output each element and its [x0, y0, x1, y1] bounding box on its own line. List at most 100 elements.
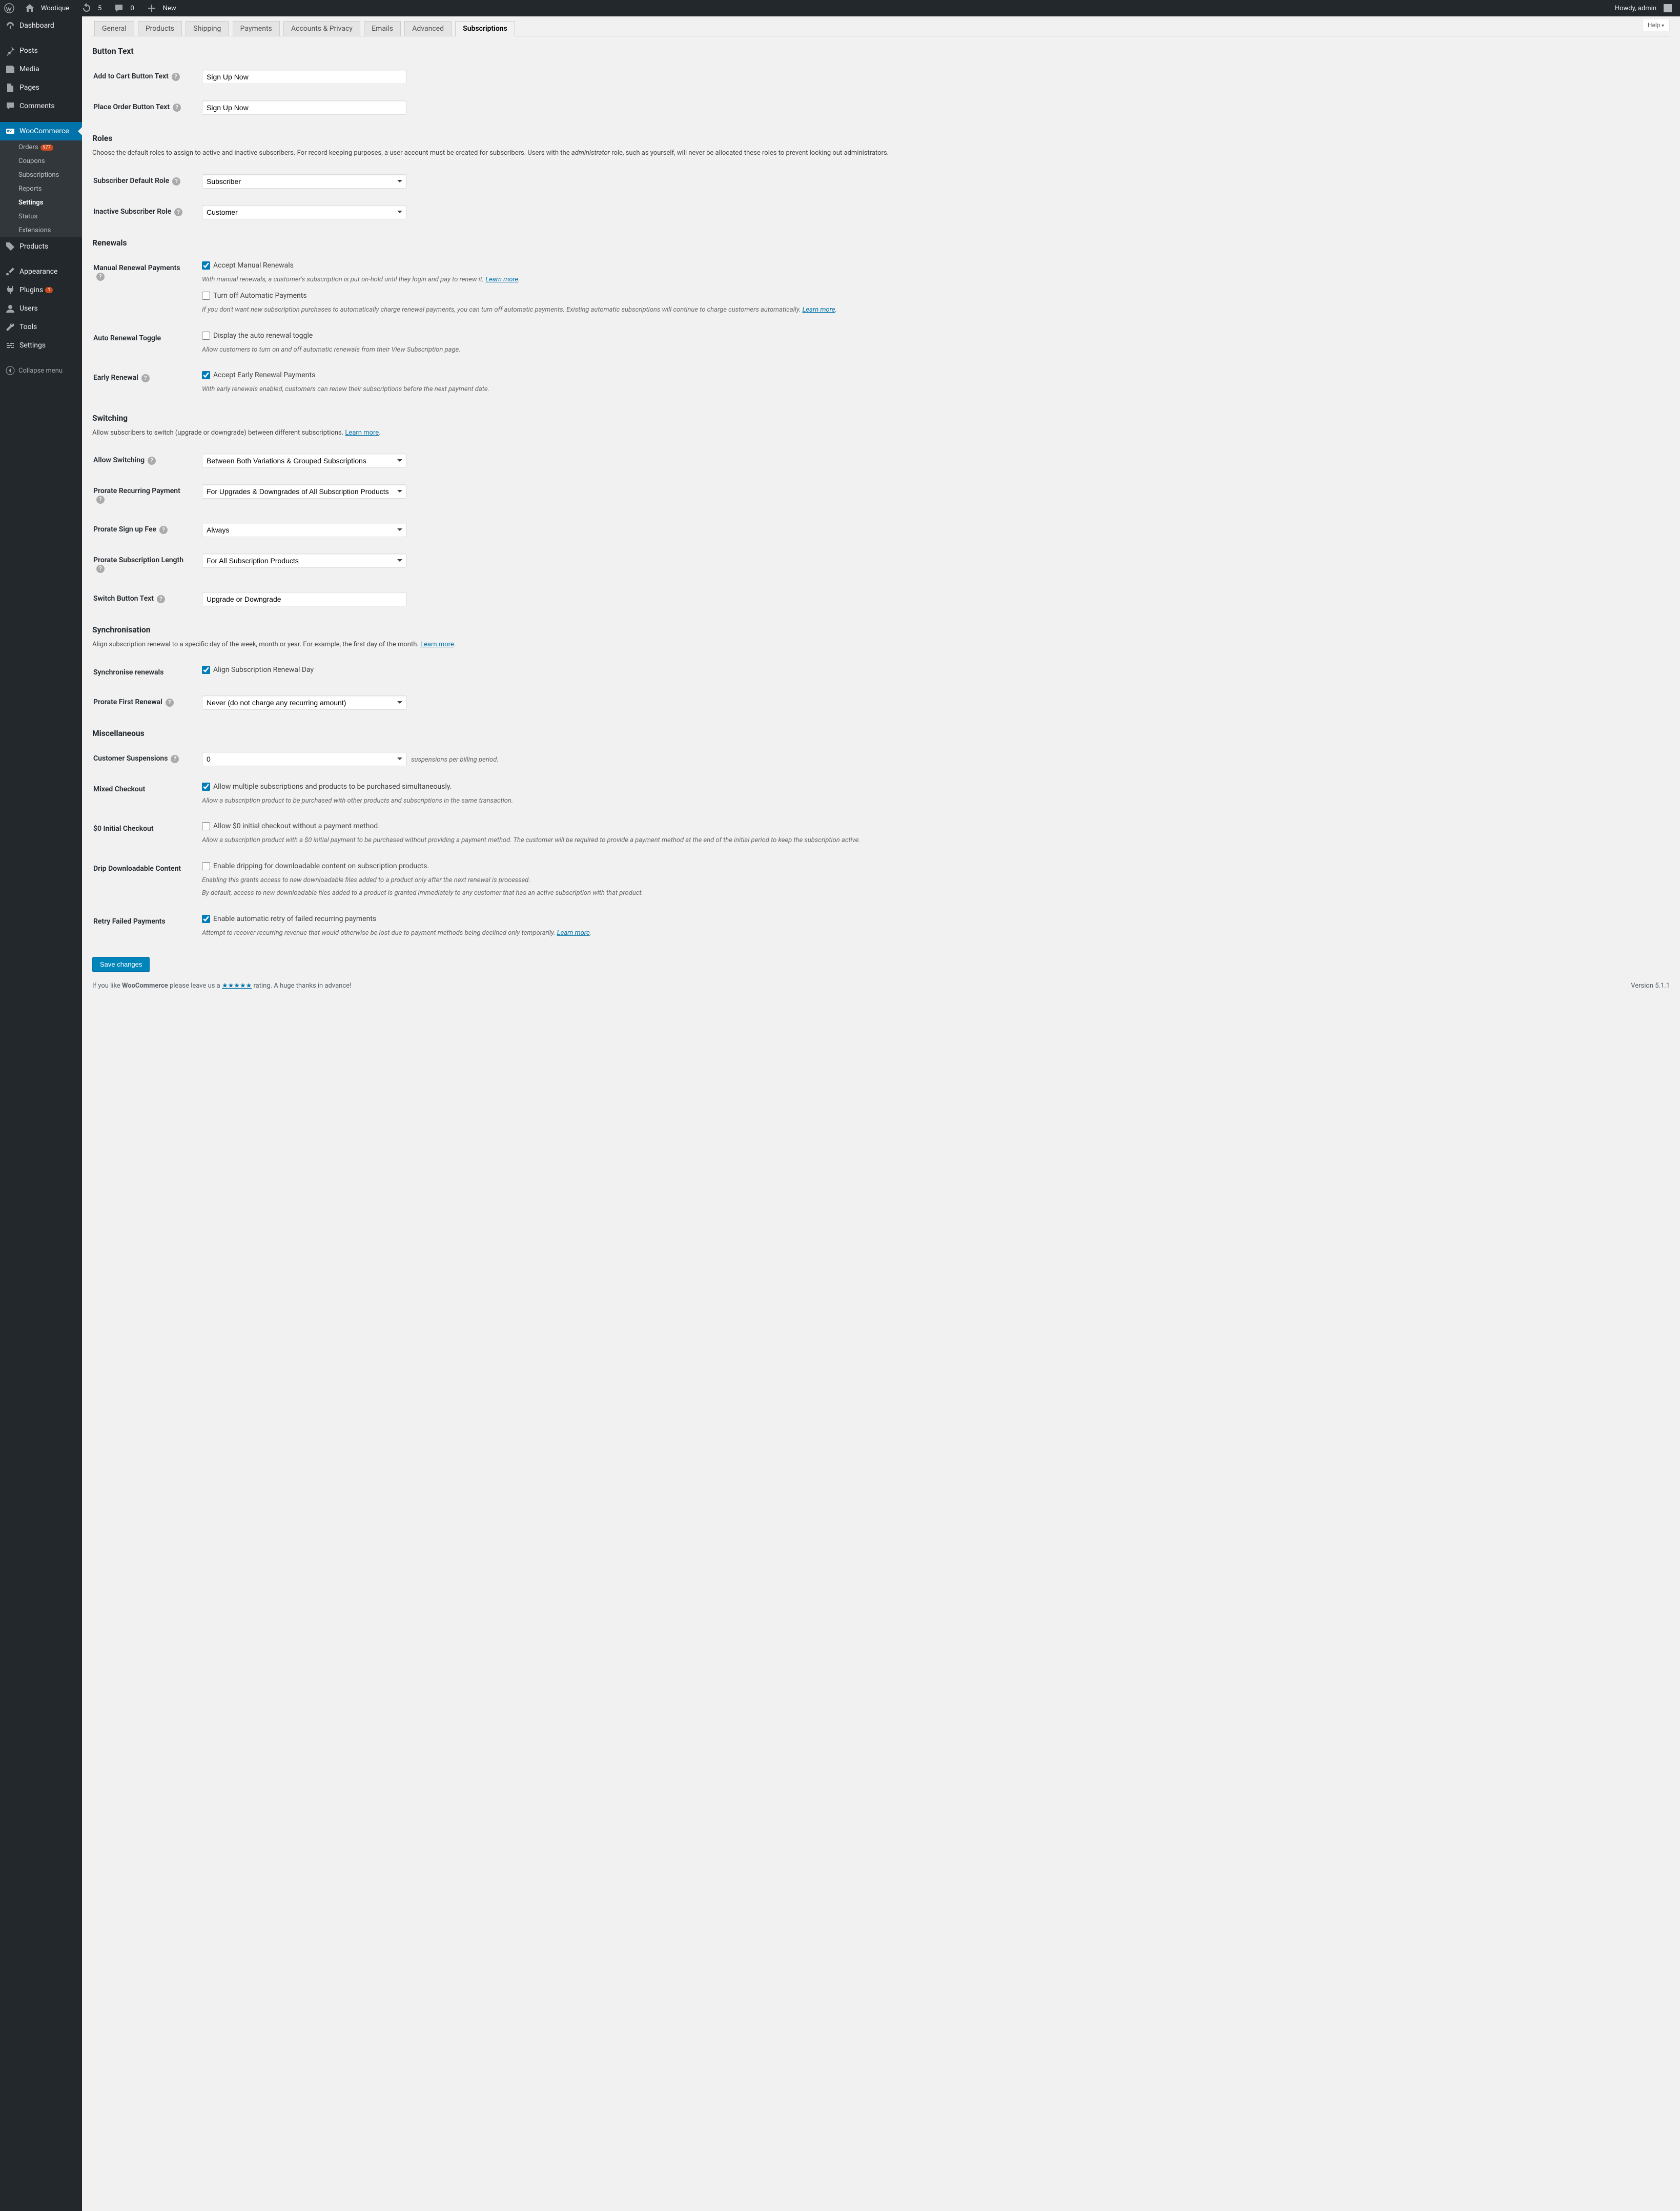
submenu-orders[interactable]: Orders977	[0, 140, 82, 154]
home-icon	[25, 3, 35, 13]
submenu-subscriptions[interactable]: Subscriptions	[0, 168, 82, 182]
sync-renewals-checkbox[interactable]: Align Subscription Renewal Day	[202, 666, 314, 674]
tab-products[interactable]: Products	[138, 21, 182, 36]
help-icon[interactable]: ?	[157, 595, 165, 603]
tab-emails[interactable]: Emails	[364, 21, 401, 36]
auto-toggle-label: Auto Renewal Toggle	[93, 334, 161, 342]
help-icon[interactable]: ?	[141, 374, 150, 382]
learn-more-link[interactable]: Learn more	[345, 429, 379, 437]
subscriber-role-select[interactable]: Subscriber	[202, 174, 407, 189]
menu-appearance[interactable]: Appearance	[0, 262, 82, 281]
help-icon[interactable]: ?	[96, 273, 105, 281]
settings-tabs: General Products Shipping Payments Accou…	[92, 16, 1670, 36]
collapse-menu[interactable]: Collapse menu	[0, 361, 82, 380]
section-switching: Switching	[92, 403, 1670, 428]
subscriber-role-label: Subscriber Default Role	[93, 177, 169, 185]
comments-link[interactable]: 0	[110, 0, 142, 16]
menu-products[interactable]: Products	[0, 237, 82, 256]
manual-desc: With manual renewals, a customer's subsc…	[202, 275, 1664, 285]
new-content-link[interactable]: New	[142, 0, 185, 16]
menu-comments[interactable]: Comments	[0, 97, 82, 115]
tab-shipping[interactable]: Shipping	[186, 21, 229, 36]
plug-icon	[5, 285, 15, 295]
submenu-status[interactable]: Status	[0, 210, 82, 223]
updates-link[interactable]: 5	[77, 0, 110, 16]
cust-susp-select[interactable]: 0	[202, 752, 407, 766]
wrench-icon	[5, 322, 15, 332]
tab-advanced[interactable]: Advanced	[404, 21, 452, 36]
admin-menu: Dashboard Posts Media Pages Comments Woo…	[0, 16, 82, 2211]
turn-off-auto-checkbox[interactable]: Turn off Automatic Payments	[202, 292, 307, 300]
rating-link[interactable]: ★★★★★	[222, 982, 252, 990]
learn-more-link[interactable]: Learn more	[803, 306, 835, 314]
learn-more-link[interactable]: Learn more	[557, 929, 590, 937]
switch-button-input[interactable]	[202, 592, 407, 606]
wp-logo[interactable]	[0, 0, 21, 16]
allow-switching-select[interactable]: Between Both Variations & Grouped Subscr…	[202, 454, 407, 468]
drip-checkbox[interactable]: Enable dripping for downloadable content…	[202, 862, 429, 870]
place-order-input[interactable]	[202, 100, 407, 115]
retry-checkbox[interactable]: Enable automatic retry of failed recurri…	[202, 915, 376, 923]
help-tab[interactable]: Help	[1642, 19, 1670, 31]
comments-icon	[5, 101, 15, 111]
site-name-link[interactable]: Wootique	[21, 0, 77, 16]
tab-payments[interactable]: Payments	[233, 21, 280, 36]
cust-susp-label: Customer Suspensions	[93, 754, 168, 763]
tab-general[interactable]: General	[94, 21, 134, 36]
submenu-reports[interactable]: Reports	[0, 182, 82, 196]
footer: If you like WooCommerce please leave us …	[92, 972, 1670, 990]
menu-pages[interactable]: Pages	[0, 78, 82, 97]
help-icon[interactable]: ?	[96, 565, 105, 573]
menu-dashboard[interactable]: Dashboard	[0, 16, 82, 35]
learn-more-link[interactable]: Learn more	[485, 276, 518, 283]
menu-woocommerce[interactable]: WooCommerce	[0, 122, 82, 140]
prorate-first-select[interactable]: Never (do not charge any recurring amoun…	[202, 695, 407, 710]
plus-icon	[147, 3, 157, 13]
my-account[interactable]: Howdy, admin	[1607, 0, 1676, 16]
menu-tools[interactable]: Tools	[0, 318, 82, 336]
admin-bar: Wootique 5 0 New Howdy, admin	[0, 0, 1680, 16]
help-icon[interactable]: ?	[172, 177, 180, 186]
tab-accounts[interactable]: Accounts & Privacy	[283, 21, 360, 36]
submenu-settings[interactable]: Settings	[0, 196, 82, 210]
menu-posts[interactable]: Posts	[0, 42, 82, 60]
comment-icon	[114, 3, 124, 13]
submenu-extensions[interactable]: Extensions	[0, 223, 82, 237]
help-icon[interactable]: ?	[166, 699, 174, 707]
help-icon[interactable]: ?	[174, 208, 182, 216]
section-renewals: Renewals	[92, 228, 1670, 253]
roles-description: Choose the default roles to assign to ac…	[92, 148, 1670, 158]
early-renewal-checkbox[interactable]: Accept Early Renewal Payments	[202, 371, 315, 379]
prorate-recurring-select[interactable]: For Upgrades & Downgrades of All Subscri…	[202, 484, 407, 499]
woocommerce-icon	[5, 126, 15, 136]
menu-plugins[interactable]: Plugins1	[0, 281, 82, 299]
allow-switching-label: Allow Switching	[93, 456, 145, 464]
menu-media[interactable]: Media	[0, 60, 82, 78]
menu-users[interactable]: Users	[0, 299, 82, 318]
help-icon[interactable]: ?	[173, 104, 181, 112]
drip-desc1: Enabling this grants access to new downl…	[202, 875, 1664, 886]
zero-initial-label: $0 Initial Checkout	[93, 825, 154, 833]
help-icon[interactable]: ?	[172, 73, 180, 81]
submenu-coupons[interactable]: Coupons	[0, 154, 82, 168]
menu-settings[interactable]: Settings	[0, 336, 82, 355]
help-icon[interactable]: ?	[171, 755, 179, 763]
prorate-length-select[interactable]: For All Subscription Products	[202, 554, 407, 568]
accept-manual-checkbox[interactable]: Accept Manual Renewals	[202, 261, 294, 270]
tab-subscriptions[interactable]: Subscriptions	[455, 21, 515, 36]
sync-desc: Align subscription renewal to a specific…	[92, 640, 1670, 650]
learn-more-link[interactable]: Learn more	[420, 641, 454, 648]
add-to-cart-input[interactable]	[202, 70, 407, 84]
save-button[interactable]: Save changes	[92, 957, 150, 972]
switch-button-label: Switch Button Text	[93, 595, 154, 603]
inactive-role-select[interactable]: Customer	[202, 205, 407, 219]
help-icon[interactable]: ?	[159, 526, 168, 534]
prorate-signup-select[interactable]: Always	[202, 523, 407, 537]
mixed-checkout-checkbox[interactable]: Allow multiple subscriptions and product…	[202, 783, 452, 791]
avatar	[1664, 4, 1672, 12]
mixed-checkout-desc: Allow a subscription product to be purch…	[202, 796, 1664, 806]
help-icon[interactable]: ?	[148, 457, 156, 465]
zero-initial-checkbox[interactable]: Allow $0 initial checkout without a paym…	[202, 822, 380, 830]
help-icon[interactable]: ?	[96, 496, 105, 504]
auto-toggle-checkbox[interactable]: Display the auto renewal toggle	[202, 332, 313, 340]
